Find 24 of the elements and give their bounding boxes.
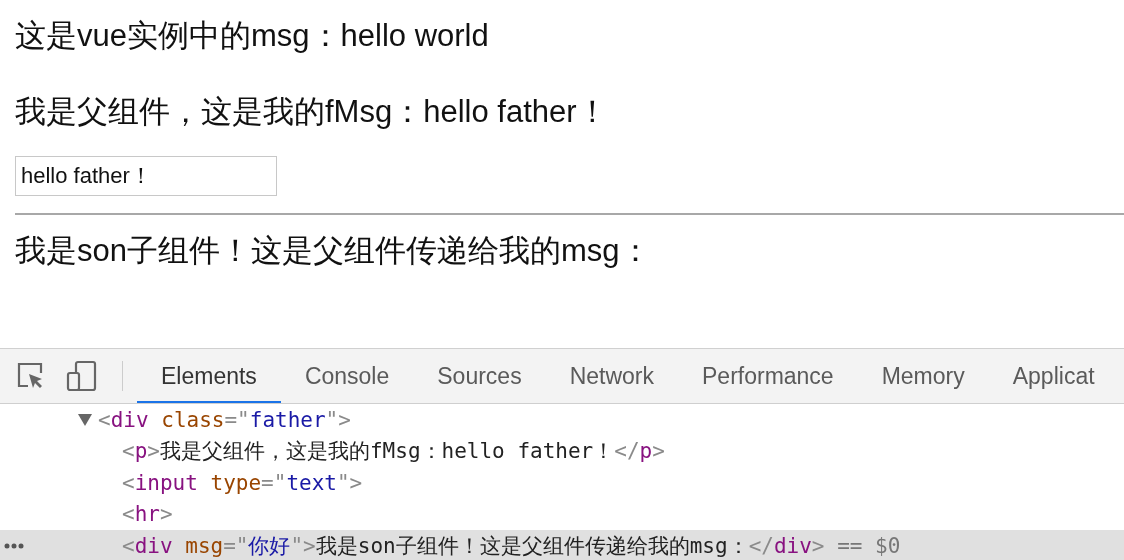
- device-toolbar-icon[interactable]: [66, 360, 98, 392]
- devtools-tab[interactable]: Sources: [413, 349, 546, 403]
- code-line: <hr>: [122, 502, 173, 527]
- dom-row[interactable]: <div msg="你好">我是son子组件！这是父组件传递给我的msg：</div> == $0: [0, 530, 1124, 560]
- message-text: 这是vue实例中的msg：hello world: [15, 17, 490, 55]
- devtools-tab[interactable]: Network: [545, 349, 678, 403]
- devtools-tab[interactable]: Applicat: [988, 349, 1119, 403]
- code-line: <input type="text">: [122, 470, 363, 495]
- message-text: 我是父组件，这是我的fMsg：hello father！: [15, 93, 609, 131]
- dom-row[interactable]: <hr>: [0, 498, 1124, 530]
- code-line: <p>我是父组件，这是我的fMsg：hello father！</p>: [122, 438, 665, 466]
- code-line: <div class="father">: [98, 407, 351, 432]
- expand-triangle-icon[interactable]: [78, 413, 92, 426]
- dom-row[interactable]: <input type="text">: [0, 467, 1124, 499]
- code-line: <div msg="你好">我是son子组件！这是父组件传递给我的msg：</div> == $0: [122, 532, 901, 560]
- child-message-text: 我是son子组件！这是父组件传递给我的msg：: [15, 232, 652, 270]
- dom-row[interactable]: <div class="father">: [0, 404, 1124, 436]
- text-input[interactable]: hello father！: [15, 156, 277, 196]
- dom-row[interactable]: <p>我是父组件，这是我的fMsg：hello father！</p>: [0, 435, 1124, 467]
- devtools-tab[interactable]: Performance: [678, 349, 858, 403]
- devtools-tab[interactable]: Elements: [137, 349, 281, 403]
- devtools-tab[interactable]: Console: [280, 349, 414, 403]
- more-icon[interactable]: [4, 542, 24, 549]
- devtools-tab[interactable]: Memory: [857, 349, 989, 403]
